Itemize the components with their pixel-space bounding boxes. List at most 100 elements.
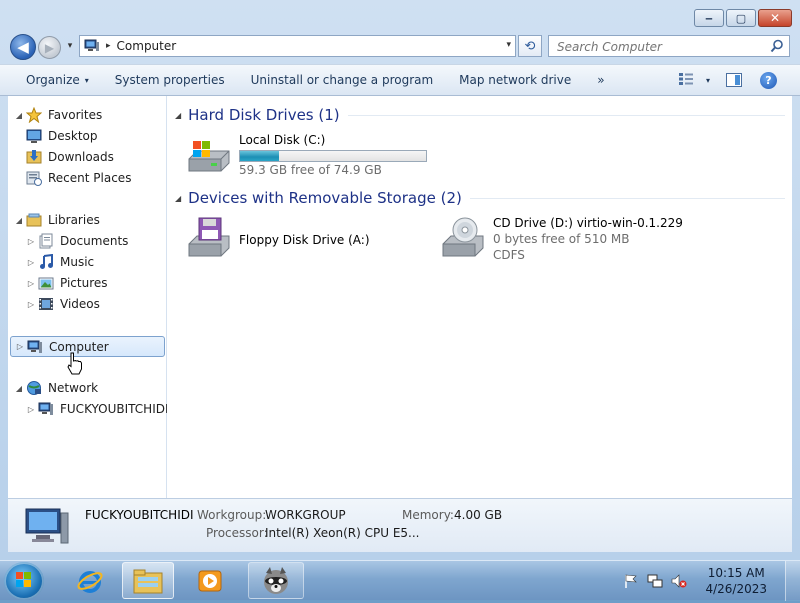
breadcrumb-separator-icon[interactable]: ▸ xyxy=(106,41,111,51)
taskbar-raccoon-app[interactable] xyxy=(248,562,304,599)
close-button[interactable]: ✕ xyxy=(758,9,792,27)
drive-cd-d[interactable]: CD Drive (D:) virtio-win-0.1.229 0 bytes… xyxy=(439,216,683,264)
sidebar-item-label: Recent Places xyxy=(48,171,132,185)
folder-icon xyxy=(133,569,163,593)
notification-area: 10:15 AM 4/26/2023 xyxy=(623,561,800,601)
show-desktop-button[interactable] xyxy=(785,561,800,601)
computer-icon xyxy=(27,339,43,355)
expand-arrow-icon[interactable]: ▷ xyxy=(26,405,36,414)
organize-label: Organize xyxy=(26,73,80,87)
sidebar-item-pictures[interactable]: ▷ Pictures xyxy=(26,273,108,293)
map-network-drive-button[interactable]: Map network drive xyxy=(446,68,584,92)
sidebar-item-desktop[interactable]: Desktop xyxy=(26,126,98,146)
sidebar-item-computer[interactable]: ▷ Computer xyxy=(10,336,165,357)
collapse-arrow-icon[interactable]: ◢ xyxy=(175,194,181,203)
sidebar-item-recent-places[interactable]: Recent Places xyxy=(26,168,131,188)
help-button[interactable]: ? xyxy=(760,71,777,89)
change-view-button[interactable]: ▾ xyxy=(678,72,710,89)
caption-buttons: ‒ ▢ ✕ xyxy=(694,9,792,27)
drive-info: Floppy Disk Drive (A:) xyxy=(239,233,370,248)
expand-arrow-icon[interactable]: ▷ xyxy=(15,342,25,351)
expand-arrow-icon[interactable]: ▷ xyxy=(26,300,36,309)
sidebar-item-network[interactable]: ◢ Network xyxy=(14,378,98,398)
collapse-arrow-icon[interactable]: ◢ xyxy=(14,216,24,225)
uninstall-program-button[interactable]: Uninstall or change a program xyxy=(238,68,447,92)
expand-arrow-icon[interactable]: ▷ xyxy=(26,258,36,267)
search-icon[interactable] xyxy=(770,39,784,53)
breadcrumb-computer[interactable]: Computer xyxy=(117,39,177,53)
refresh-button[interactable]: ⟲ xyxy=(518,35,542,57)
computer-icon xyxy=(84,39,100,53)
drive-floppy-a[interactable]: Floppy Disk Drive (A:) xyxy=(185,216,370,264)
computer-icon xyxy=(24,505,70,547)
navigation-row: ◀ ▶ ▾ ▸ Computer ▾ ⟲ xyxy=(0,34,800,62)
memory-label: Memory: xyxy=(402,508,454,522)
sidebar-item-libraries[interactable]: ◢ Libraries xyxy=(14,210,100,230)
taskbar-internet-explorer[interactable] xyxy=(64,562,116,599)
preview-pane-button[interactable] xyxy=(726,73,742,87)
drive-name: CD Drive (D:) virtio-win-0.1.229 xyxy=(493,216,683,230)
drive-info: CD Drive (D:) virtio-win-0.1.229 0 bytes… xyxy=(493,216,683,264)
group-header-hard-disk-drives[interactable]: ◢ Hard Disk Drives (1) xyxy=(175,105,785,125)
recent-pages-button[interactable]: ▾ xyxy=(64,40,76,52)
search-input[interactable] xyxy=(555,37,759,57)
start-button[interactable] xyxy=(4,562,44,600)
group-title: Hard Disk Drives (1) xyxy=(188,106,340,124)
clock-date: 4/26/2023 xyxy=(705,582,767,596)
expand-arrow-icon[interactable]: ▷ xyxy=(26,279,36,288)
sidebar-item-label: Documents xyxy=(60,234,129,248)
sidebar-item-label: Music xyxy=(60,255,95,269)
computer-name: FUCKYOUBITCHIDI xyxy=(85,508,194,522)
sidebar-item-label: FUCKYOUBITCHIDI xyxy=(60,402,169,416)
clock-time: 10:15 AM xyxy=(707,566,765,580)
back-arrow-icon: ◀ xyxy=(17,38,29,56)
workgroup-value: WORKGROUP xyxy=(265,508,346,522)
network-tray-icon[interactable] xyxy=(647,573,663,589)
processor-value: Intel(R) Xeon(R) CPU E5... xyxy=(265,526,420,540)
minimize-icon: ‒ xyxy=(705,11,713,25)
drive-local-disk-c[interactable]: Local Disk (C:) 59.3 GB free of 74.9 GB xyxy=(185,133,427,181)
sidebar-item-downloads[interactable]: Downloads xyxy=(26,147,114,167)
libraries-icon xyxy=(26,212,42,228)
maximize-icon: ▢ xyxy=(735,11,747,25)
internet-explorer-icon xyxy=(77,570,103,593)
system-properties-button[interactable]: System properties xyxy=(102,68,238,92)
group-header-removable-storage[interactable]: ◢ Devices with Removable Storage (2) xyxy=(175,188,785,208)
minimize-button[interactable]: ‒ xyxy=(694,9,724,27)
system-clock[interactable]: 10:15 AM 4/26/2023 xyxy=(705,565,767,597)
drive-free-space: 59.3 GB free of 74.9 GB xyxy=(239,163,382,177)
collapse-arrow-icon[interactable]: ◢ xyxy=(14,111,24,120)
collapse-arrow-icon[interactable]: ◢ xyxy=(14,384,24,393)
windows-logo-icon xyxy=(16,572,31,587)
collapse-arrow-icon[interactable]: ◢ xyxy=(175,111,181,120)
more-commands-button[interactable]: » xyxy=(584,68,617,92)
taskbar-windows-explorer[interactable] xyxy=(122,562,174,599)
action-center-flag-icon[interactable] xyxy=(623,573,639,589)
title-bar[interactable]: ‒ ▢ ✕ xyxy=(0,0,800,34)
music-icon xyxy=(38,253,54,270)
volume-muted-icon[interactable] xyxy=(671,573,687,589)
address-dropdown-icon[interactable]: ▾ xyxy=(506,40,511,50)
sidebar-item-network-computer[interactable]: ▷ FUCKYOUBITCHIDI xyxy=(26,399,169,419)
sidebar-item-label: Libraries xyxy=(48,213,100,227)
back-button[interactable]: ◀ xyxy=(10,34,36,60)
details-pane: FUCKYOUBITCHIDI Workgroup: WORKGROUP Mem… xyxy=(8,498,792,552)
address-bar[interactable]: ▸ Computer ▾ xyxy=(79,35,516,57)
drive-name: Floppy Disk Drive (A:) xyxy=(239,232,370,247)
sidebar-item-favorites[interactable]: ◢ Favorites xyxy=(14,105,102,125)
organize-button[interactable]: Organize ▾ xyxy=(0,68,102,92)
maximize-button[interactable]: ▢ xyxy=(726,9,756,27)
sidebar-item-documents[interactable]: ▷ Documents xyxy=(26,231,128,251)
sidebar-item-videos[interactable]: ▷ Videos xyxy=(26,294,100,314)
expand-arrow-icon[interactable]: ▷ xyxy=(26,237,36,246)
downloads-folder-icon xyxy=(26,149,42,165)
drive-file-system: CDFS xyxy=(493,248,525,262)
forward-button[interactable]: ▶ xyxy=(38,36,61,59)
search-box[interactable] xyxy=(548,35,790,57)
sidebar-item-music[interactable]: ▷ Music xyxy=(26,252,94,272)
taskbar-windows-media-player[interactable] xyxy=(184,562,236,599)
network-icon xyxy=(26,380,42,396)
sidebar-item-label: Favorites xyxy=(48,108,103,122)
desktop-icon xyxy=(26,128,42,144)
documents-icon xyxy=(38,233,54,249)
